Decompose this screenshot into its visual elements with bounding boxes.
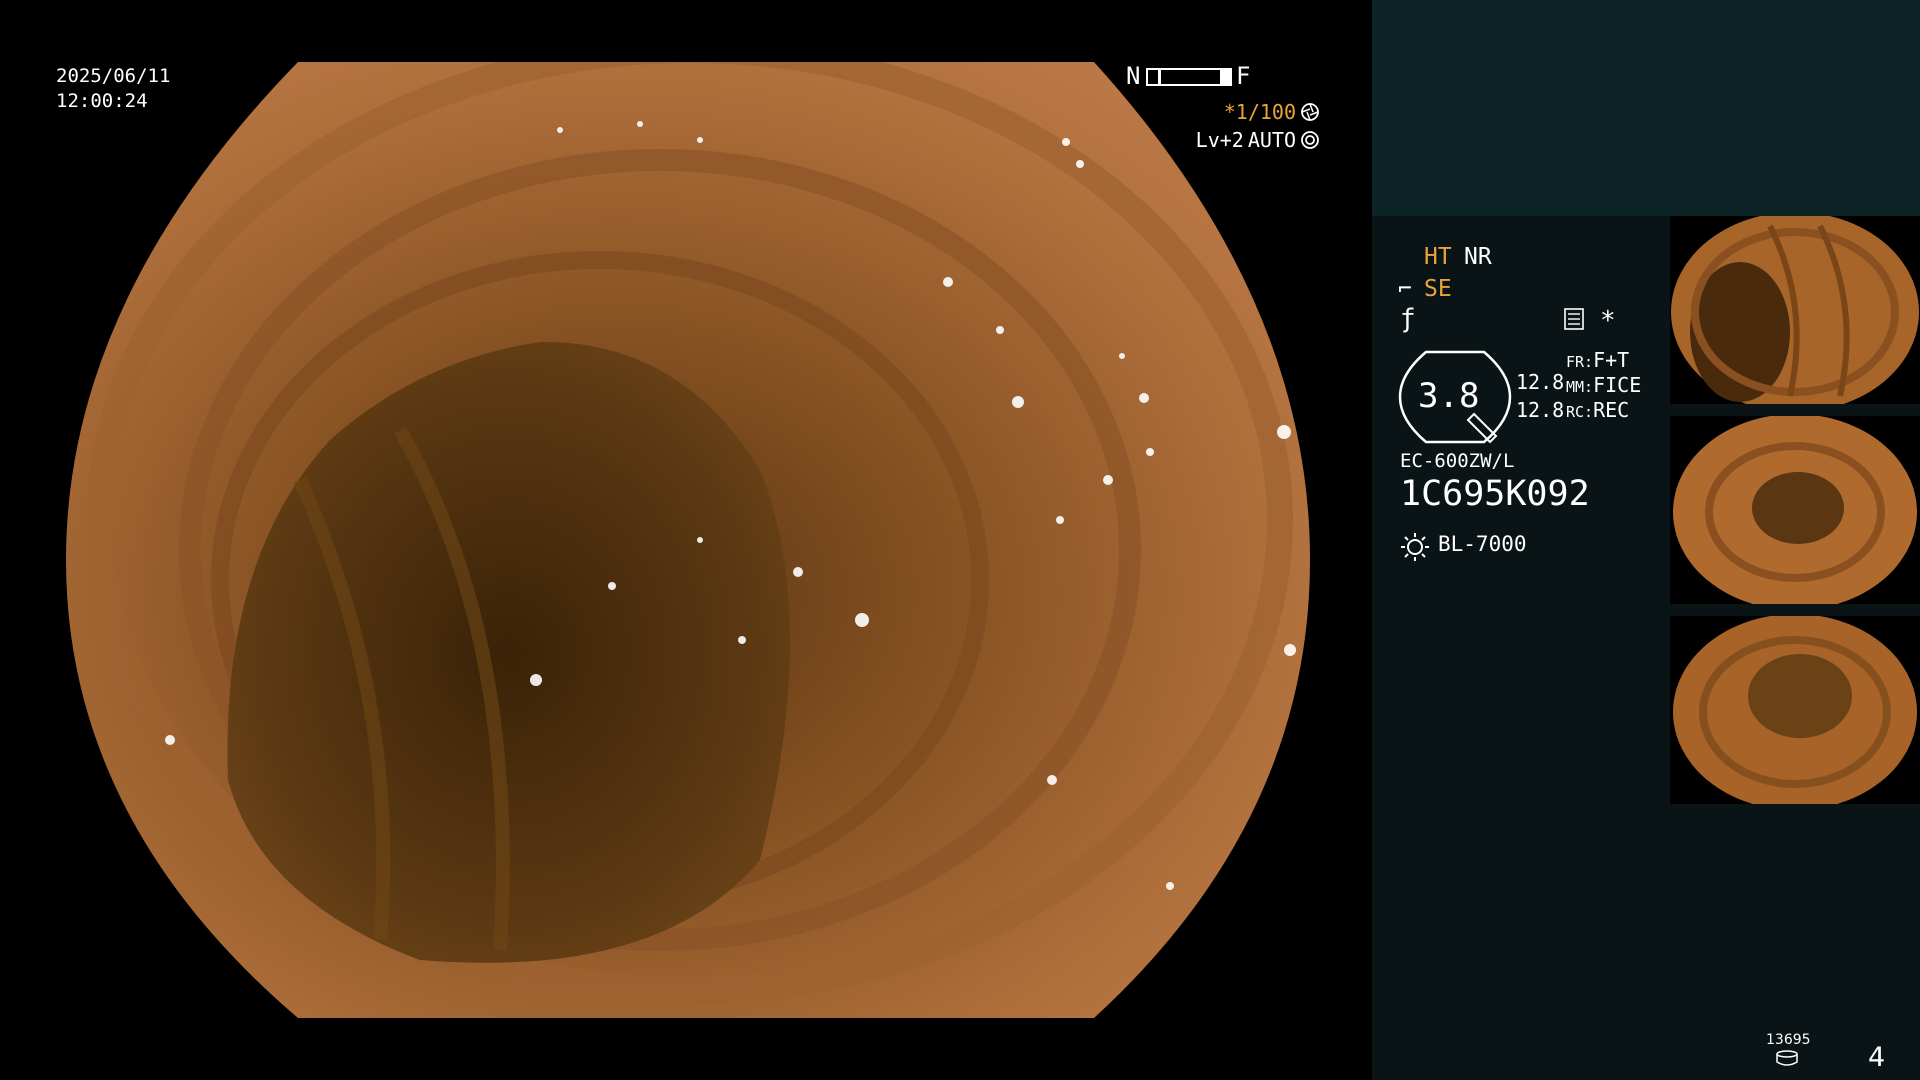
captured-thumbnail-1[interactable] [1670,216,1920,404]
mm-value: FICE [1593,373,1642,397]
level-row: Lv+2 AUTO [1196,128,1320,152]
mm-label: MM: [1566,378,1594,396]
fr-value: F+T [1593,348,1630,372]
shutter-row: *1/100 [1224,100,1320,124]
shutter-speed: *1/100 [1223,100,1296,124]
near-label: N [1126,62,1141,90]
se-indicator: SE [1424,276,1452,302]
scope-model: EC-600ZW/L [1400,450,1515,472]
thumbnail-image [1670,416,1920,604]
auto-icon [1301,131,1319,149]
near-far-slider [1146,68,1232,86]
brightness-level: Lv+2 [1195,128,1244,152]
endoscopic-image [66,62,1310,1018]
ht-indicator: HT [1424,244,1452,270]
light-source-icon [1401,533,1429,561]
panel-header-block [1372,0,1920,216]
captured-thumbnail-2[interactable] [1670,416,1920,604]
value-2: 12.8 [1516,398,1565,422]
light-source-model: BL-7000 [1438,532,1527,556]
nr-indicator: NR [1464,244,1492,270]
page-number: 4 [1868,1042,1886,1073]
endoscope-view: 2025/06/11 12:00:24 N F *1/100 Lv+2 AUTO [0,0,1372,1080]
scope-serial: 1C695K092 [1400,474,1590,514]
fr-row: FR:F+T [1566,348,1629,372]
sep-icon [1564,308,1584,330]
star-icon: * [1600,306,1616,336]
storage-icon [1776,1050,1798,1066]
mm-row: MM:FICE [1566,373,1641,397]
gauge-value: 3.8 [1418,376,1480,416]
value-1: 12.8 [1516,370,1565,394]
rc-label: RC: [1566,403,1594,421]
rc-row: RC:REC [1566,398,1629,422]
image-counter: 13695 [1766,1032,1811,1048]
captured-thumbnail-3[interactable] [1670,616,1920,804]
exam-time: 12:00:24 [56,90,148,112]
info-panel: HT NR ⌐ SE ƒ * 3.8 12.8 12.8 FR:F+T MM:F… [1372,0,1920,1080]
shutter-icon [1301,103,1319,121]
se-symbol-icon: ⌐ [1398,276,1412,302]
far-label: F [1236,62,1251,90]
rc-value: REC [1593,398,1630,422]
exam-date: 2025/06/11 [56,65,171,87]
f-symbol-icon: ƒ [1400,304,1416,334]
thumbnail-image [1670,216,1920,404]
thumbnail-image [1670,616,1920,804]
iris-mode: AUTO [1247,128,1296,152]
fr-label: FR: [1566,353,1594,371]
